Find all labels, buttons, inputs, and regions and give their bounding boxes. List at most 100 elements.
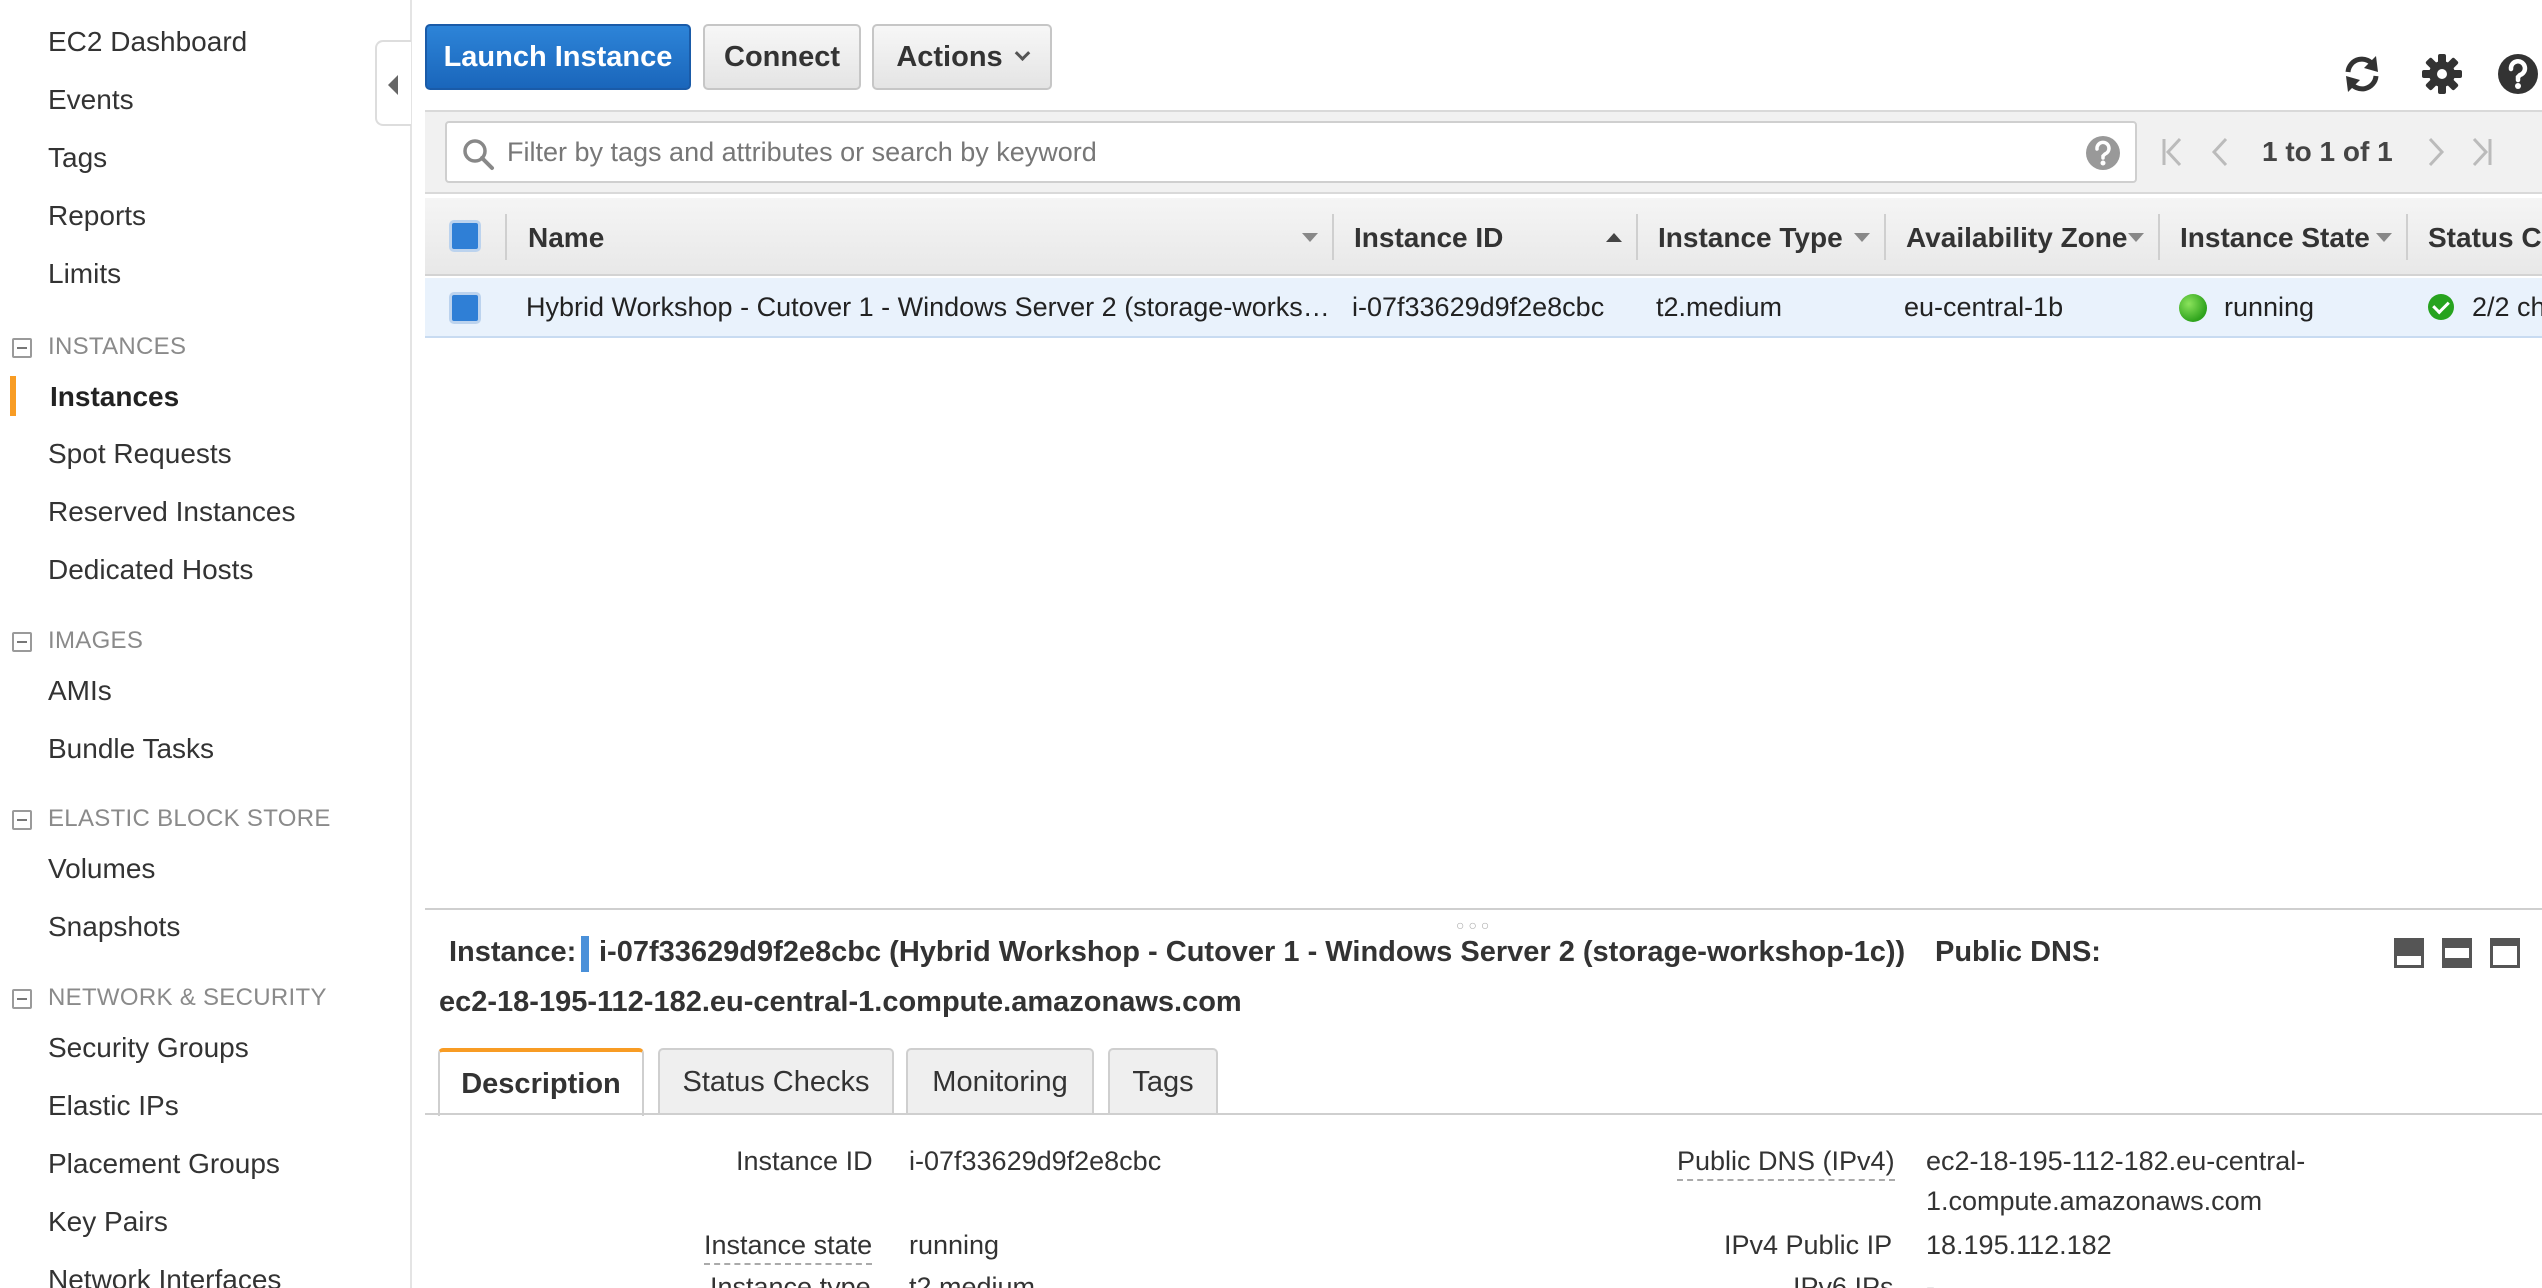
- status-check-ok-icon: [2428, 294, 2454, 320]
- search-box[interactable]: [445, 121, 2137, 183]
- sidebar-item-reports[interactable]: Reports: [48, 200, 146, 232]
- tab-divider: [425, 1113, 2542, 1115]
- instance-color-marker: [581, 936, 589, 972]
- refresh-icon[interactable]: [2340, 52, 2384, 96]
- cell-name: Hybrid Workshop - Cutover 1 - Windows Se…: [526, 292, 1330, 322]
- tab-tags[interactable]: Tags: [1108, 1048, 1218, 1114]
- column-header-instance-state[interactable]: Instance State: [2180, 222, 2370, 254]
- pane-splitter[interactable]: [425, 908, 2542, 910]
- sidebar-item-reserved-instances[interactable]: Reserved Instances: [48, 496, 295, 528]
- sort-caret-icon[interactable]: [1854, 233, 1870, 242]
- chevron-down-icon: [1014, 44, 1030, 61]
- tab-description-label: Description: [461, 1067, 621, 1100]
- gear-icon[interactable]: [2420, 52, 2464, 96]
- instance-title: i-07f33629d9f2e8cbc (Hybrid Workshop - C…: [599, 936, 1906, 968]
- pagination-status: 1 to 1 of 1: [2262, 136, 2393, 167]
- last-page-icon[interactable]: [2466, 136, 2494, 168]
- column-separator[interactable]: [2406, 214, 2408, 260]
- sidebar-item-elastic-ips[interactable]: Elastic IPs: [48, 1090, 179, 1122]
- column-header-status-checks[interactable]: Status Ch: [2428, 222, 2542, 254]
- tab-monitoring-label: Monitoring: [932, 1065, 1068, 1098]
- tab-monitoring[interactable]: Monitoring: [906, 1048, 1094, 1114]
- field-label-instance-type: Instance type: [710, 1272, 871, 1288]
- column-separator[interactable]: [1332, 214, 1334, 260]
- column-header-instance-id[interactable]: Instance ID: [1354, 222, 1503, 254]
- drag-handle-icon[interactable]: ○○○: [1456, 917, 1493, 933]
- sidebar-item-volumes[interactable]: Volumes: [48, 853, 155, 885]
- sidebar-item-dedicated-hosts[interactable]: Dedicated Hosts: [48, 554, 253, 586]
- sidebar-item-tags[interactable]: Tags: [48, 142, 107, 174]
- field-value-public-dns-line1: ec2-18-195-112-182.eu-central-: [1926, 1146, 2306, 1176]
- sidebar-item-limits[interactable]: Limits: [48, 258, 121, 290]
- column-separator: [505, 214, 507, 260]
- collapse-images-icon[interactable]: [12, 632, 32, 652]
- field-label-instance-state[interactable]: Instance state: [704, 1230, 873, 1265]
- sort-caret-icon[interactable]: [2128, 233, 2144, 242]
- sidebar-item-events[interactable]: Events: [48, 84, 134, 116]
- column-separator[interactable]: [2158, 214, 2160, 260]
- sidebar-section-ebs: ELASTIC BLOCK STORE: [48, 805, 331, 832]
- pane-minimize-icon[interactable]: [2394, 938, 2424, 968]
- actions-dropdown-button[interactable]: Actions: [872, 24, 1052, 90]
- sidebar-section-images: IMAGES: [48, 627, 144, 654]
- sort-caret-icon[interactable]: [1302, 233, 1318, 242]
- column-header-name[interactable]: Name: [528, 222, 604, 254]
- field-label-public-dns[interactable]: Public DNS (IPv4): [1677, 1146, 1895, 1181]
- sidebar-item-security-groups[interactable]: Security Groups: [48, 1032, 249, 1064]
- tab-tags-label: Tags: [1132, 1065, 1194, 1098]
- public-dns-value: ec2-18-195-112-182.eu-central-1.compute.…: [439, 986, 1242, 1018]
- cell-instance-id: i-07f33629d9f2e8cbc: [1352, 292, 1605, 322]
- sidebar-item-instances[interactable]: Instances: [50, 381, 179, 413]
- previous-page-icon[interactable]: [2208, 136, 2232, 168]
- column-separator[interactable]: [1884, 214, 1886, 260]
- column-header-availability-zone[interactable]: Availability Zone: [1906, 222, 2127, 254]
- help-icon[interactable]: [2496, 52, 2540, 96]
- field-label-ipv6-ips: IPv6 IPs: [1793, 1272, 1894, 1288]
- sidebar-item-placement-groups[interactable]: Placement Groups: [48, 1148, 280, 1180]
- connect-button[interactable]: Connect: [703, 24, 861, 90]
- public-dns-label: Public DNS:: [1935, 936, 2101, 968]
- field-label-ipv4-public-ip: IPv4 Public IP: [1724, 1230, 1893, 1260]
- search-input[interactable]: [505, 123, 2065, 181]
- pane-half-icon[interactable]: [2442, 938, 2472, 968]
- field-value-ipv4-public-ip: 18.195.112.182: [1926, 1230, 2112, 1260]
- select-all-checkbox[interactable]: [449, 220, 481, 252]
- column-header-instance-type[interactable]: Instance Type: [1658, 222, 1843, 254]
- ec2-console: EC2 Dashboard Events Tags Reports Limits…: [0, 0, 2542, 1288]
- first-page-icon[interactable]: [2160, 136, 2188, 168]
- sort-ascending-icon[interactable]: [1606, 233, 1622, 242]
- tab-status-checks[interactable]: Status Checks: [658, 1048, 894, 1114]
- sidebar-item-ec2-dashboard[interactable]: EC2 Dashboard: [48, 26, 247, 58]
- cell-status-checks: 2/2 ch: [2472, 292, 2542, 322]
- sidebar-nav: EC2 Dashboard Events Tags Reports Limits…: [0, 0, 412, 1288]
- cell-availability-zone: eu-central-1b: [1904, 292, 2064, 322]
- cell-instance-state: running: [2224, 292, 2315, 322]
- collapse-network-icon[interactable]: [12, 989, 32, 1009]
- collapse-ebs-icon[interactable]: [12, 810, 32, 830]
- next-page-icon[interactable]: [2424, 136, 2448, 168]
- active-item-indicator: [10, 376, 16, 416]
- sidebar-item-amis[interactable]: AMIs: [48, 675, 112, 707]
- sidebar-item-spot-requests[interactable]: Spot Requests: [48, 438, 232, 470]
- row-checkbox[interactable]: [449, 292, 481, 324]
- search-help-icon[interactable]: [2085, 135, 2121, 171]
- field-value-ipv6-ips: -: [1926, 1272, 1935, 1288]
- sidebar-item-key-pairs[interactable]: Key Pairs: [48, 1206, 168, 1238]
- collapse-instances-icon[interactable]: [12, 338, 32, 358]
- launch-instance-button[interactable]: Launch Instance: [425, 24, 691, 90]
- launch-instance-label: Launch Instance: [443, 40, 673, 73]
- field-value-instance-id: i-07f33629d9f2e8cbc: [909, 1146, 1162, 1176]
- instance-label: Instance:: [449, 936, 577, 968]
- sidebar-item-snapshots[interactable]: Snapshots: [48, 911, 180, 943]
- field-value-public-dns-line2: 1.compute.amazonaws.com: [1926, 1186, 2263, 1216]
- pane-maximize-icon[interactable]: [2490, 938, 2520, 968]
- sidebar-item-network-interfaces[interactable]: Network Interfaces: [48, 1264, 281, 1288]
- search-icon: [463, 139, 494, 170]
- column-separator[interactable]: [1636, 214, 1638, 260]
- sidebar-item-bundle-tasks[interactable]: Bundle Tasks: [48, 733, 214, 765]
- sort-caret-icon[interactable]: [2376, 233, 2392, 242]
- actions-label: Actions: [896, 40, 1003, 73]
- sidebar-collapse-toggle[interactable]: [375, 40, 411, 126]
- connect-label: Connect: [724, 40, 840, 73]
- tab-description[interactable]: Description: [438, 1048, 644, 1116]
